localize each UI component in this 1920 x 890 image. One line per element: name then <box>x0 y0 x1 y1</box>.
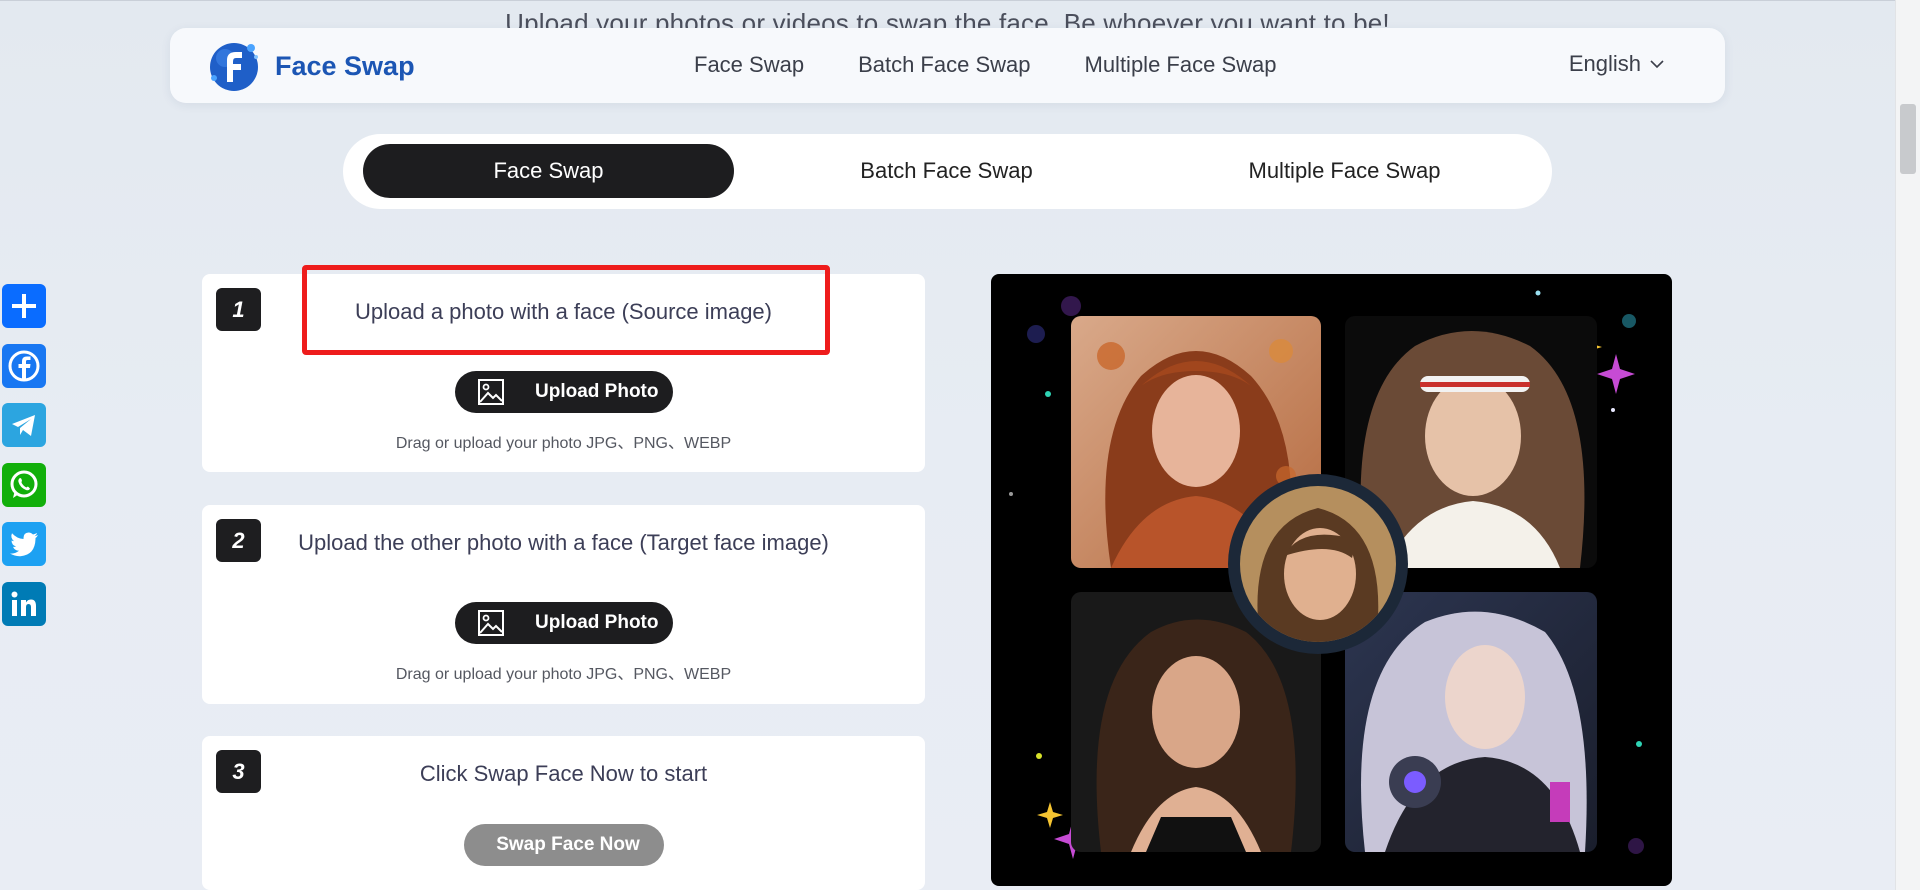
whatsapp-share-button[interactable] <box>2 462 46 507</box>
language-selector[interactable]: English <box>1569 51 1665 77</box>
upload-target-photo-button[interactable]: Upload Photo <box>455 602 673 644</box>
nav-link-face-swap[interactable]: Face Swap <box>694 52 804 78</box>
tab-face-swap[interactable]: Face Swap <box>363 144 734 198</box>
tab-batch-face-swap[interactable]: Batch Face Swap <box>761 144 1132 198</box>
source-face-photo <box>1240 486 1396 642</box>
twitter-share-button[interactable] <box>2 522 46 566</box>
swap-face-now-button[interactable]: Swap Face Now <box>464 824 664 866</box>
upload-photo-label: Upload Photo <box>535 612 659 633</box>
sample-photo-cyber <box>1345 592 1597 852</box>
page-scrollbar[interactable] <box>1895 0 1920 890</box>
scrollbar-thumb[interactable] <box>1900 104 1916 174</box>
upload-photo-label: Upload Photo <box>535 381 659 402</box>
chevron-down-icon <box>1650 60 1664 69</box>
whatsapp-icon <box>10 470 38 498</box>
step-2-hint: Drag or upload your photo JPG、PNG、WEBP <box>395 666 732 683</box>
linkedin-share-button[interactable] <box>2 581 46 626</box>
image-icon <box>478 379 504 405</box>
step-2-card: 2 Upload the other photo with a face (Ta… <box>202 505 925 704</box>
face-swap-logo-icon <box>210 43 258 91</box>
nav-links: Face Swap Batch Face Swap Multiple Face … <box>694 52 1276 78</box>
step-3-card: 3 Click Swap Face Now to start Swap Face… <box>202 736 925 890</box>
step-2-title: Upload the other photo with a face (Targ… <box>298 530 829 555</box>
step-3-title: Click Swap Face Now to start <box>419 761 708 786</box>
share-plus-icon <box>12 294 36 318</box>
showcase-collage <box>991 274 1672 886</box>
share-button[interactable] <box>2 284 46 328</box>
nav-link-batch-face-swap[interactable]: Batch Face Swap <box>858 52 1030 78</box>
facebook-share-button[interactable] <box>2 343 46 388</box>
share-sidebar <box>2 284 46 641</box>
facebook-icon <box>8 350 40 381</box>
twitter-icon <box>10 532 38 557</box>
highlight-annotation-box <box>302 265 830 355</box>
nav-link-multiple-face-swap[interactable]: Multiple Face Swap <box>1085 52 1277 78</box>
header-nav: Face Swap Face Swap Batch Face Swap Mult… <box>170 28 1725 103</box>
center-face-frame <box>1228 474 1408 654</box>
mode-tabs: Face Swap Batch Face Swap Multiple Face … <box>343 134 1552 209</box>
portrait-cyber-image <box>1345 592 1597 852</box>
brand-name: Face Swap <box>275 50 415 81</box>
language-label: English <box>1568 51 1641 76</box>
brand[interactable]: Face Swap <box>205 38 415 94</box>
upload-source-photo-button[interactable]: Upload Photo <box>455 371 673 413</box>
telegram-share-button[interactable] <box>2 403 46 447</box>
image-icon <box>478 610 504 636</box>
page-top-border <box>0 0 1920 1</box>
portrait-source-image <box>1240 486 1396 642</box>
step-1-hint: Drag or upload your photo JPG、PNG、WEBP <box>395 435 732 452</box>
tab-multiple-face-swap[interactable]: Multiple Face Swap <box>1159 144 1530 198</box>
linkedin-icon <box>11 591 36 616</box>
telegram-icon <box>12 415 35 436</box>
